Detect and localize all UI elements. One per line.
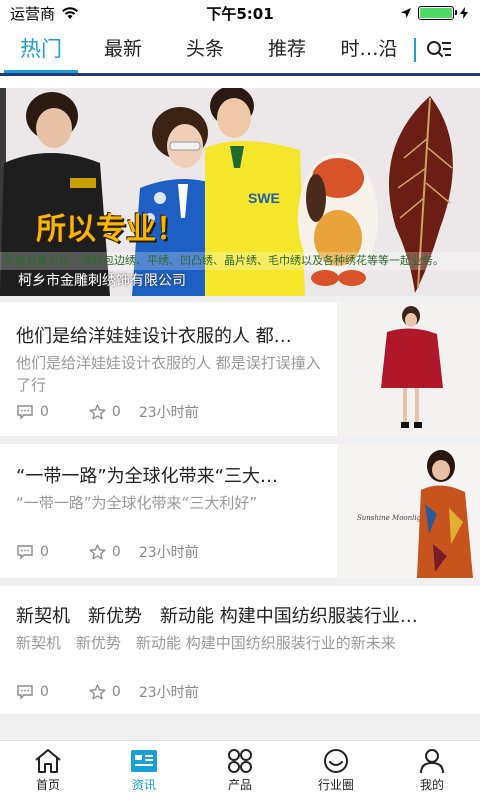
article-title[interactable]: “一带一路”为全球化带来“三大… [16,462,324,488]
tab-recommended[interactable]: 推荐 [246,26,328,73]
nav-profile[interactable]: 我的 [384,741,480,800]
comment-icon [17,545,33,560]
section-gap [0,714,480,740]
nav-products-label: 产品 [227,778,252,792]
bottom-navigation: 首页 资讯 产品 行业圈 我的 [0,740,480,800]
thumbnail-red-dress-image [337,302,480,436]
nav-home[interactable]: 首页 [0,741,96,800]
favorite-count-value: 0 [111,544,121,560]
nav-news[interactable]: 资讯 [96,741,192,800]
article-title[interactable]: 他们是给洋娃娃设计衣服的人 都… [16,322,324,348]
grid-icon [228,749,252,773]
favorite-count[interactable]: 0 [89,684,121,700]
banner-slogan: 所以专业！ [36,212,186,247]
article-thumbnail[interactable]: Sunshine Moonlight [337,444,480,578]
comment-count[interactable]: 0 [16,544,49,560]
article-time: 23小时前 [138,685,199,701]
article-thumbnail[interactable] [337,302,480,436]
article-summary: 他们是给洋娃娃设计衣服的人 都是误打误撞入了行 [16,354,321,394]
hero-banner[interactable]: SWE 所以专业！ 承接对象包括：绣标包边绣、平绣、凹凸绣、晶片绣、毛巾绣以及各… [0,88,480,296]
comment-icon [17,405,33,420]
article-meta: 0 0 23小时前 [16,402,199,422]
tab-headlines[interactable]: 头条 [164,26,246,73]
location-arrow-icon [401,8,411,18]
thumbnail-printed-dress-image: Sunshine Moonlight [337,444,480,578]
article-card[interactable]: 他们是给洋娃娃设计衣服的人 都… 他们是给洋娃娃设计衣服的人 都是误打误撞入了行… [0,302,480,436]
comment-count[interactable]: 0 [16,684,49,700]
carrier-label: 运营商 [10,4,56,23]
comment-icon [17,685,33,700]
nav-industry-circle-label: 行业圈 [317,778,354,792]
wifi-icon [62,7,79,19]
favorite-count-value: 0 [111,684,121,700]
star-icon [89,544,106,560]
charging-icon [460,7,468,19]
category-tab-bar: 热门 最新 头条 推荐 时…沿 [0,26,480,76]
status-right [400,6,468,20]
tab-frontier[interactable]: 时…沿 [328,26,410,73]
banner-company: 柯乡市金雕刺绣饰有限公司 [18,273,186,289]
favorite-count[interactable]: 0 [89,404,121,420]
nav-products[interactable]: 产品 [192,741,288,800]
search-list-icon [427,40,451,57]
nav-news-label: 资讯 [131,778,156,792]
article-title[interactable]: 新契机 新优势 新动能 构建中国纺织服装行业… [16,602,466,628]
news-icon [131,750,157,772]
svg-text:SWE: SWE [248,190,280,206]
category-menu-button[interactable] [416,26,462,73]
favorite-count-value: 0 [111,404,121,420]
tab-latest[interactable]: 最新 [82,26,164,73]
comment-count-value: 0 [40,544,49,560]
article-meta: 0 0 23小时前 [16,542,199,562]
home-icon [35,749,61,773]
tab-hot[interactable]: 热门 [0,26,82,73]
battery-icon [418,6,457,20]
comment-count[interactable]: 0 [16,404,49,420]
article-card[interactable]: 新契机 新优势 新动能 构建中国纺织服装行业… 新契机 新优势 新动能 构建中国… [0,586,480,714]
article-summary: 新契机 新优势 新动能 构建中国纺织服装行业的新未来 [16,634,396,652]
svg-text:Sunshine Moonlight: Sunshine Moonlight [357,514,429,522]
article-time: 23小时前 [138,545,199,561]
section-gap [0,578,480,586]
comment-count-value: 0 [40,404,49,420]
article-card[interactable]: “一带一路”为全球化带来“三大… “一带一路”为全球化带来“三大利好” 0 0 … [0,444,480,578]
status-bar: 运营商 下午5:01 [0,0,480,26]
favorite-count[interactable]: 0 [89,544,121,560]
smile-circle-icon [324,749,348,773]
status-left: 运营商 [10,3,79,24]
banner-caption: 承接对象包括：绣标包边绣、平绣、凹凸绣、晶片绣、毛巾绣以及各种绣花等等一起业务。 [0,252,480,270]
comment-count-value: 0 [40,684,49,700]
person-icon [420,749,444,774]
section-gap [0,436,480,444]
star-icon [89,404,106,420]
article-time: 23小时前 [138,405,199,421]
battery-fill [420,8,452,18]
nav-industry-circle[interactable]: 行业圈 [288,741,384,800]
nav-home-label: 首页 [35,778,60,792]
article-meta: 0 0 23小时前 [16,682,199,702]
star-icon [89,684,106,700]
article-summary: “一带一路”为全球化带来“三大利好” [16,494,258,512]
nav-profile-label: 我的 [419,778,444,792]
